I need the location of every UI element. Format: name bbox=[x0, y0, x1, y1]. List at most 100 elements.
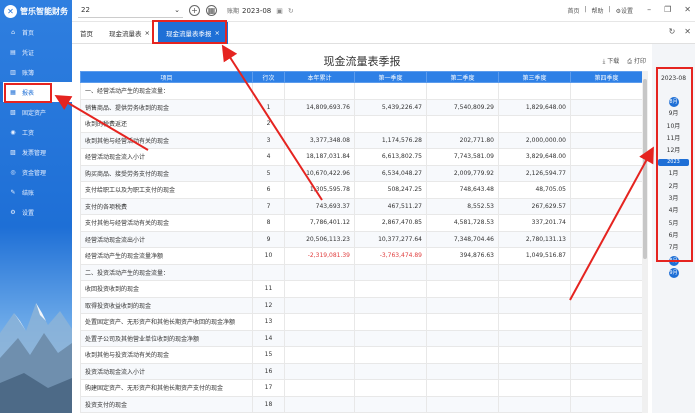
refresh-icon[interactable]: ↻ bbox=[288, 7, 294, 15]
table-cell-q2 bbox=[426, 329, 499, 347]
tab-close-icon[interactable]: × bbox=[145, 29, 150, 37]
sidebar-item-2[interactable]: ▥ 账簿 bbox=[0, 62, 72, 82]
table-cell-item: 经营活动现金流出小计 bbox=[80, 230, 253, 248]
table-row[interactable]: 购建固定资产、无形资产和其他长期资产支付的现金 17 bbox=[80, 379, 642, 397]
report-table-body: 一、经营活动产生的现金流量： 销售商品、提供劳务收到的现金 1 14,809,693.… bbox=[80, 82, 642, 413]
account-selector[interactable]: 22 ⌄ bbox=[78, 4, 183, 18]
table-cell-q4 bbox=[570, 214, 642, 232]
sidebar-item-4[interactable]: ▧ 固定资产 bbox=[0, 102, 72, 122]
voucher-icon: ▤ bbox=[10, 48, 16, 56]
month-item-dot[interactable]: 9月 bbox=[652, 267, 695, 279]
table-cell-idx bbox=[252, 82, 285, 100]
table-row[interactable]: 处置固定资产、无形资产和其他长期资产收回的现金净额 13 bbox=[80, 313, 642, 331]
table-row[interactable]: 一、经营活动产生的现金流量： bbox=[80, 82, 642, 100]
sidebar-item-label: 资金管理 bbox=[22, 169, 47, 177]
add-icon[interactable]: + bbox=[189, 5, 200, 16]
sidebar-item-label: 账簿 bbox=[22, 69, 35, 77]
settings-link[interactable]: ⚙设置 bbox=[616, 6, 633, 15]
month-label: 9月 bbox=[668, 267, 679, 278]
refresh-icon[interactable]: ↻ bbox=[669, 27, 676, 36]
table-cell-q4 bbox=[570, 379, 642, 397]
sidebar-item-7[interactable]: ◎ 资金管理 bbox=[0, 162, 72, 182]
print-button[interactable]: ⎙ 打印 bbox=[627, 56, 646, 66]
report-table-container[interactable]: 项目 行次 本年累计 第一季度 第二季度 第三季度 第四季度 一、经营活动产生的… bbox=[80, 71, 642, 413]
table-row[interactable]: 投资支付的现金 18 bbox=[80, 395, 642, 413]
table-cell-q1 bbox=[354, 395, 427, 413]
table-row[interactable]: 销售商品、提供劳务收到的现金 1 14,809,693.76 5,439,226.47… bbox=[80, 98, 642, 116]
table-cell-idx: 2 bbox=[252, 115, 285, 133]
table-cell-q1 bbox=[354, 263, 427, 281]
table-row[interactable]: 购买商品、接受劳务支付的现金 5 10,670,422.96 6,534,048.27… bbox=[80, 164, 642, 182]
column-header: 第四季度 bbox=[570, 71, 642, 83]
report-content: 现金流量表季报 ⤓ 下载 ⎙ 打印 项目 行次 本年累计 第一季度 第二季度 第… bbox=[72, 44, 652, 413]
table-cell-q4 bbox=[570, 115, 642, 133]
window-controls: – ❐ ✕ bbox=[647, 5, 691, 14]
table-row[interactable]: 经营活动现金流入小计 4 18,187,031.84 6,613,802.75 7,74… bbox=[80, 148, 642, 166]
table-scrollbar[interactable] bbox=[642, 71, 648, 413]
table-row[interactable]: 支付其他与经营活动有关的现金 8 7,786,401.12 2,867,470.85 4… bbox=[80, 214, 642, 232]
table-cell-q2 bbox=[426, 115, 499, 133]
table-row[interactable]: 收到的税费返还 2 bbox=[80, 115, 642, 133]
table-cell-q3: 2,000,000.00 bbox=[498, 131, 571, 149]
table-row[interactable]: 收到其他与经营活动有关的现金 3 3,377,348.08 1,174,576.28 2… bbox=[80, 131, 642, 149]
table-row[interactable]: 二、投资活动产生的现金流量： bbox=[80, 263, 642, 281]
table-row[interactable]: 支付的各项税费 7 743,693.37 467,511.27 8,552.53 267,… bbox=[80, 197, 642, 215]
sidebar-item-8[interactable]: ✎ 结账 bbox=[0, 182, 72, 202]
table-cell-q3: 2,126,594.77 bbox=[498, 164, 571, 182]
help-link[interactable]: 帮助 bbox=[592, 6, 604, 15]
table-cell-q3 bbox=[498, 329, 571, 347]
table-cell-q1 bbox=[354, 115, 427, 133]
download-button[interactable]: ⤓ 下载 bbox=[603, 56, 620, 66]
period-value[interactable]: 2023-08 bbox=[242, 7, 271, 15]
table-row[interactable]: 投资活动现金流入小计 16 bbox=[80, 362, 642, 380]
table-cell-q1 bbox=[354, 346, 427, 364]
table-cell-q2 bbox=[426, 313, 499, 331]
sidebar-item-6[interactable]: ▨ 发票管理 bbox=[0, 142, 72, 162]
table-cell-q4 bbox=[570, 313, 642, 331]
sidebar-item-0[interactable]: ⌂ 首页 bbox=[0, 22, 72, 42]
table-cell-q4 bbox=[570, 164, 642, 182]
sidebar-item-label: 设置 bbox=[22, 209, 35, 217]
table-cell-q2: 202,771.80 bbox=[426, 131, 499, 149]
table-cell-q1: 6,613,802.75 bbox=[354, 148, 427, 166]
table-cell-q1 bbox=[354, 296, 427, 314]
close-icon[interactable]: ✕ bbox=[684, 5, 691, 14]
table-cell-q3 bbox=[498, 395, 571, 413]
table-cell-q4 bbox=[570, 395, 642, 413]
table-row[interactable]: 收到其他与投资活动有关的现金 15 bbox=[80, 346, 642, 364]
table-cell-q4 bbox=[570, 131, 642, 149]
table-row[interactable]: 经营活动产生的现金流量净额 10 -2,319,081.39 -3,763,474.8… bbox=[80, 247, 642, 265]
table-cell-q4 bbox=[570, 247, 642, 265]
sidebar-item-5[interactable]: ◉ 工资 bbox=[0, 122, 72, 142]
scrollbar-thumb[interactable] bbox=[643, 79, 647, 259]
restore-icon[interactable]: ❐ bbox=[664, 5, 671, 14]
table-cell-idx: 1 bbox=[252, 98, 285, 116]
settings-icon: ⚙ bbox=[10, 208, 16, 216]
close-icon[interactable]: ✕ bbox=[684, 27, 691, 36]
tab-home[interactable]: 首页 bbox=[72, 22, 101, 44]
table-row[interactable]: 处置子公司及其他营业单位收到的现金净额 14 bbox=[80, 329, 642, 347]
table-cell-idx: 6 bbox=[252, 181, 285, 199]
table-cell-q3: 1,049,516.87 bbox=[498, 247, 571, 265]
calendar-icon[interactable]: ▣ bbox=[276, 7, 283, 15]
minimize-icon[interactable]: – bbox=[647, 5, 651, 14]
column-header: 第二季度 bbox=[426, 71, 499, 83]
grid-icon[interactable]: ▦ bbox=[206, 5, 217, 16]
table-row[interactable]: 经营活动现金流出小计 9 20,506,113.23 10,377,277.64 7,3… bbox=[80, 230, 642, 248]
chevron-down-icon: ⌄ bbox=[174, 6, 180, 14]
table-cell-ytd bbox=[284, 313, 355, 331]
table-cell-idx: 15 bbox=[252, 346, 285, 364]
table-row[interactable]: 收回投资收到的现金 11 bbox=[80, 280, 642, 298]
table-cell-idx: 8 bbox=[252, 214, 285, 232]
home-link[interactable]: 首页 bbox=[568, 6, 580, 15]
sidebar-item-9[interactable]: ⚙ 设置 bbox=[0, 202, 72, 222]
page-title: 现金流量表季报 bbox=[323, 55, 401, 68]
table-row[interactable]: 取得投资收益收到的现金 12 bbox=[80, 296, 642, 314]
table-cell-item: 收到其他与投资活动有关的现金 bbox=[80, 346, 253, 364]
sidebar-item-label: 凭证 bbox=[22, 49, 35, 57]
table-row[interactable]: 支付给职工以及为职工支付的现金 6 1,305,595.78 508,247.25 74… bbox=[80, 181, 642, 199]
sidebar-item-1[interactable]: ▤ 凭证 bbox=[0, 42, 72, 62]
tab-cash-flow[interactable]: 现金流量表 × bbox=[101, 22, 158, 44]
table-cell-q3: 267,629.57 bbox=[498, 197, 571, 215]
table-cell-q2 bbox=[426, 379, 499, 397]
